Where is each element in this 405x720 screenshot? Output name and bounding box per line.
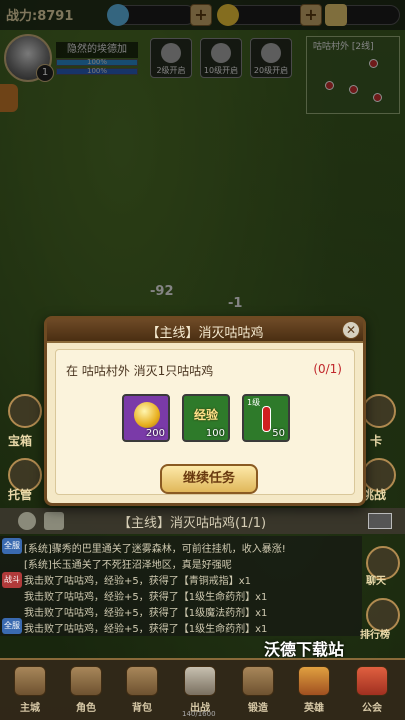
nav-label: 角色	[76, 703, 96, 714]
nav-label: 公会	[362, 703, 382, 714]
chat-label: 聊天	[366, 576, 386, 587]
chat-tag: 全服	[2, 618, 22, 634]
treasure-chest-icon[interactable]	[8, 394, 42, 428]
castle-icon	[14, 666, 46, 696]
xp-progress-text: 140/1600	[182, 710, 216, 718]
nav-main-city[interactable]: 主城	[8, 664, 52, 716]
continue-quest-button[interactable]: 继续任务	[160, 464, 258, 494]
chat-line: 我击败了咕咕鸡，经验+5，获得了【1级魔法药剂】x1	[24, 608, 268, 619]
quest-dialog: 【主线】消灭咕咕鸡 ✕ 在 咕咕村外 消灭1只咕咕鸡 (0/1) 200 经验 …	[44, 316, 366, 506]
nav-label: 英雄	[304, 703, 324, 714]
dialog-header: 【主线】消灭咕咕鸡 ✕	[47, 319, 363, 343]
reward-amount: 50	[272, 428, 285, 439]
mail-icon[interactable]	[368, 513, 392, 529]
nav-hero[interactable]: 英雄	[292, 664, 336, 716]
reward-amount: 200	[145, 428, 165, 439]
chat-line: 我击败了咕咕鸡，经验+5，获得了【1级生命药剂】x1	[24, 592, 268, 603]
chat-line: 我击败了咕咕鸡，经验+5，获得了【1级生命药剂】x1	[24, 624, 268, 635]
hammer-icon	[242, 666, 274, 696]
reward-amount: 100	[205, 428, 225, 439]
nav-label: 主城	[20, 703, 40, 714]
puzzle-icon[interactable]	[44, 512, 64, 530]
chat-line: [系统]长玉通关了不死狂沼泽地区，真是好强呢	[24, 560, 232, 571]
quest-description: 在 咕咕村外 消灭1只咕咕鸡	[66, 364, 214, 378]
reward-exp[interactable]: 经验 100	[182, 394, 230, 442]
chat-tag: 战斗	[2, 572, 22, 588]
dialog-title: 【主线】消灭咕咕鸡	[146, 326, 264, 341]
chat-log[interactable]: 全服 [系统]骤秀的巴里通关了迷雾森林，可前往挂机，收入暴涨! [系统]长玉通关…	[0, 536, 362, 636]
nav-bag[interactable]: 背包	[120, 664, 164, 716]
card-label: 卡	[370, 434, 383, 448]
nav-battle[interactable]: 出战	[178, 664, 222, 716]
nav-guild[interactable]: 公会	[350, 664, 394, 716]
crown-icon	[70, 666, 102, 696]
crossed-swords-icon	[184, 666, 216, 696]
exp-icon: 经验	[193, 408, 218, 422]
reward-gold[interactable]: 200	[122, 394, 170, 442]
dialog-body: 在 咕咕村外 消灭1只咕咕鸡 (0/1) 200 经验 100 1级 50 继续…	[55, 349, 355, 495]
watermark: 沃德下载站	[264, 640, 345, 659]
chest-icon	[126, 666, 158, 696]
nav-character[interactable]: 角色	[64, 664, 108, 716]
chest-label: 宝箱	[8, 434, 33, 448]
nav-label: 锻造	[248, 703, 268, 714]
chat-tag: 全服	[2, 538, 22, 554]
hero-badge-icon	[298, 666, 330, 696]
gold-coin-icon	[134, 402, 160, 428]
potion-level: 1级	[247, 398, 261, 407]
nav-label: 背包	[132, 703, 152, 714]
quest-tracker[interactable]: 【主线】消灭咕咕鸡(1/1)	[0, 508, 405, 534]
chat-line: 我击败了咕咕鸡，经验+5，获得了【青铜戒指】x1	[24, 576, 252, 587]
settings-gear-icon[interactable]	[18, 512, 36, 530]
quest-tracker-text: 【主线】消灭咕咕鸡(1/1)	[118, 516, 267, 531]
card-icon[interactable]	[362, 394, 396, 428]
nav-forge[interactable]: 锻造	[236, 664, 280, 716]
auto-battle-label: 托管	[8, 488, 33, 502]
close-icon[interactable]: ✕	[342, 321, 360, 339]
quest-progress: (0/1)	[313, 362, 342, 376]
ranking-label: 排行榜	[360, 630, 390, 641]
chat-line: [系统]骤秀的巴里通关了迷雾森林，可前往挂机，收入暴涨!	[24, 544, 286, 555]
guild-icon	[356, 666, 388, 696]
potion-icon	[262, 406, 271, 432]
reward-potion[interactable]: 1级 50	[242, 394, 290, 442]
